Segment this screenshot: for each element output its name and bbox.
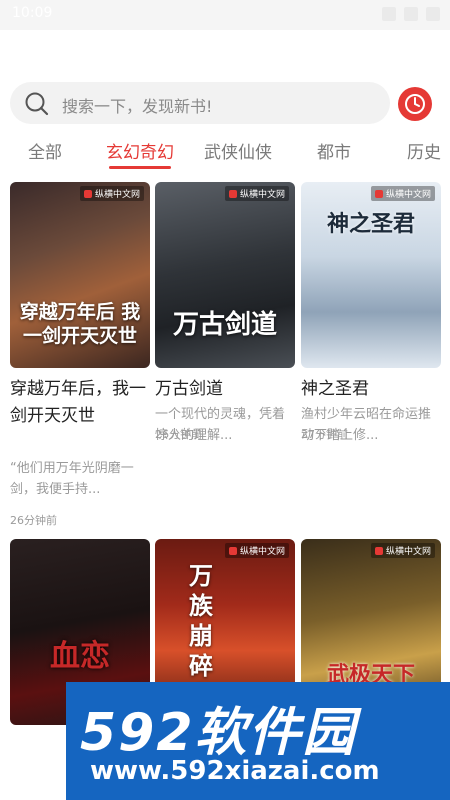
tab-wuxia[interactable]: 武侠仙侠 (204, 138, 272, 163)
cover-title: 神之圣君 (326, 212, 415, 237)
publisher-badge: 纵横中文网 (224, 543, 289, 558)
battery-icon (426, 7, 440, 21)
status-icons (382, 7, 440, 21)
signal-icon (404, 7, 418, 21)
book-cover: 纵横中文网 万古剑道 (155, 182, 295, 368)
tab-all[interactable]: 全部 (28, 138, 62, 163)
wifi-icon (382, 7, 396, 21)
status-time: 10:09 (12, 5, 53, 21)
book-title: 万古剑道 (155, 379, 223, 399)
cover-title: 穿越万年后 我一剑开天灭世 (19, 301, 141, 347)
book-title: 神之圣君 (301, 379, 369, 399)
clock-icon (405, 94, 425, 114)
book-cover: 纵横中文网 神之圣君 (301, 182, 441, 368)
publisher-badge: 纵横中文网 (370, 186, 435, 201)
book-update-time: 27分钟前 (301, 428, 348, 441)
history-button[interactable] (398, 87, 432, 121)
book-update-time: 26分钟前 (10, 514, 57, 527)
search-icon (25, 92, 49, 116)
active-tab-indicator (109, 166, 171, 169)
publisher-badge: 纵横中文网 (370, 543, 435, 558)
publisher-badge: 纵横中文网 (79, 186, 144, 201)
watermark-brand: 592软件园 (80, 703, 357, 763)
tab-history[interactable]: 历史 (407, 138, 441, 163)
cover-title: 血恋 (50, 639, 110, 674)
book-cover: 纵横中文网 穿越万年后 我一剑开天灭世 (10, 182, 150, 368)
category-tabs: 全部 玄幻奇幻 武侠仙侠 都市 历史 (0, 136, 450, 172)
watermark-url: www.592xiazai.com (90, 756, 380, 786)
watermark-logo: 592软件园 www.592xiazai.com (66, 682, 450, 800)
book-description: “他们用万年光阴磨一剑，我便手持... (10, 461, 134, 497)
search-bar[interactable]: 搜索一下，发现新书! (10, 82, 390, 124)
cover-title: 万古剑道 (172, 310, 277, 340)
search-placeholder: 搜索一下，发现新书! (62, 97, 213, 116)
book-update-time: 26分钟前 (155, 428, 202, 441)
status-bar: 10:09 (0, 0, 450, 30)
tab-fantasy[interactable]: 玄幻奇幻 (106, 138, 174, 163)
book-title: 穿越万年后，我一剑开天灭世 (10, 379, 146, 426)
publisher-badge: 纵横中文网 (224, 186, 289, 201)
tab-urban[interactable]: 都市 (317, 138, 351, 163)
